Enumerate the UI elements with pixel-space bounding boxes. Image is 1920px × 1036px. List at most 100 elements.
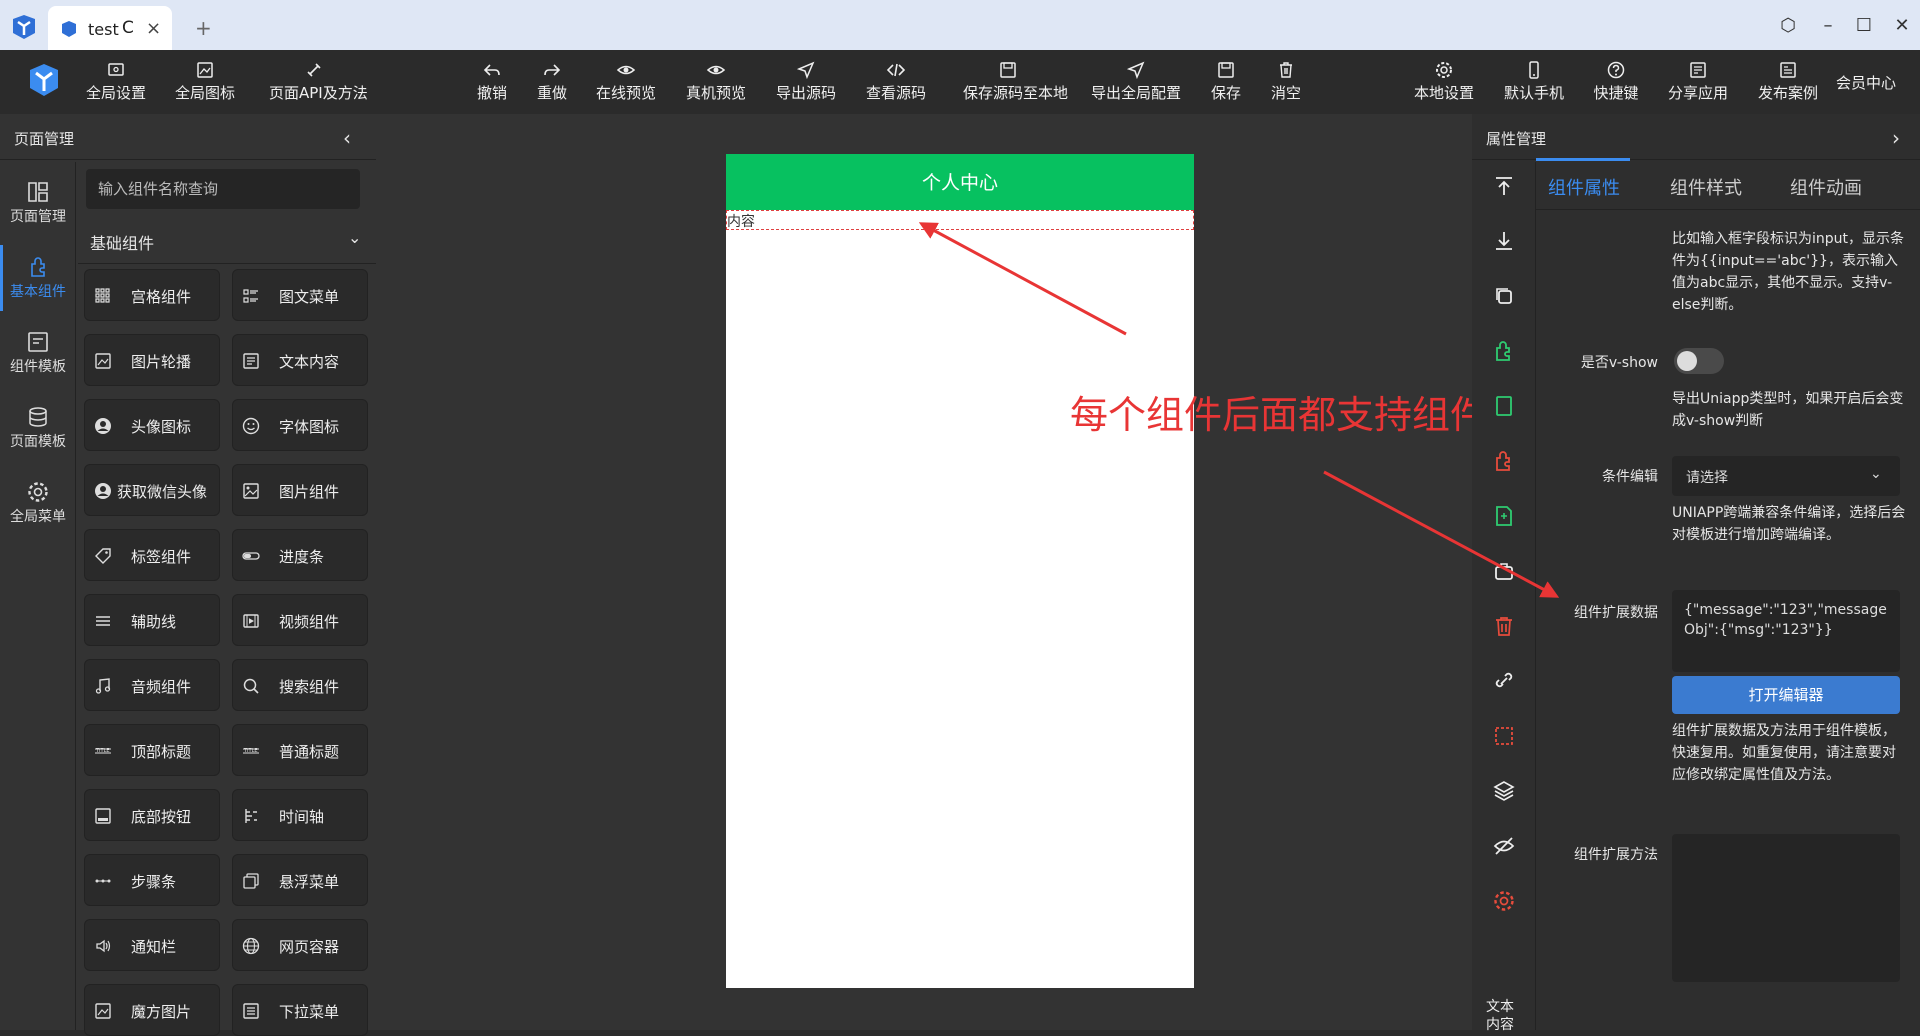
text-content-tool[interactable]: 文本 内容: [1486, 998, 1514, 1034]
settings-circle-icon[interactable]: ⬡: [1776, 14, 1800, 38]
link-icon[interactable]: [1492, 669, 1516, 693]
hide-icon[interactable]: [1492, 834, 1516, 858]
toolbar-button-right-4[interactable]: 发布案例: [1743, 60, 1833, 103]
puzzle-add-icon[interactable]: [1492, 339, 1516, 363]
chevron-down-icon: ⌄: [348, 228, 362, 247]
phone-content-block[interactable]: 内容: [726, 210, 1194, 230]
condition-select[interactable]: 请选择 ⌄: [1672, 456, 1900, 496]
left-nav-item-3[interactable]: 页面模板: [0, 393, 76, 463]
minimize-icon[interactable]: –: [1816, 14, 1840, 38]
svg-text:TITLE: TITLE: [95, 748, 110, 754]
move-bottom-icon[interactable]: [1492, 229, 1516, 253]
component-item[interactable]: 图片轮播: [84, 334, 220, 386]
select-frame-icon[interactable]: [1492, 724, 1516, 748]
component-search-input[interactable]: 输入组件名称查询: [86, 169, 360, 209]
close-tab-icon[interactable]: ×: [146, 18, 161, 39]
new-tab-button[interactable]: +: [195, 16, 212, 40]
vshow-toggle[interactable]: [1674, 348, 1724, 374]
left-nav-item-0[interactable]: 页面管理: [0, 168, 76, 238]
move-top-icon[interactable]: [1492, 174, 1516, 198]
tab-favicon-icon: [62, 21, 76, 37]
component-item[interactable]: 音频组件: [84, 659, 220, 711]
toolbar-button-left-1[interactable]: 全局图标: [160, 60, 250, 103]
close-window-icon[interactable]: ✕: [1890, 14, 1914, 38]
component-item-label: 底部按钮: [131, 808, 192, 826]
component-item[interactable]: TITLE 普通标题: [232, 724, 368, 776]
category-header[interactable]: 基础组件 ⌄: [78, 218, 376, 264]
tab-component-style[interactable]: 组件样式: [1670, 174, 1742, 200]
open-editor-button[interactable]: 打开编辑器: [1672, 676, 1900, 714]
toolbar-button-middle-2[interactable]: 在线预览: [581, 60, 671, 103]
component-item[interactable]: 图文菜单: [232, 269, 368, 321]
toolbar-button-middle-5[interactable]: 查看源码: [851, 60, 941, 103]
component-item[interactable]: 搜索组件: [232, 659, 368, 711]
toolbar-button-left-0[interactable]: 全局设置: [71, 60, 161, 103]
gear-red-icon[interactable]: [1492, 889, 1516, 913]
toolbar-button-right-0[interactable]: 本地设置: [1399, 60, 1489, 103]
toolbar-button-left-2[interactable]: 页面API及方法: [269, 60, 368, 103]
left-nav-item-4[interactable]: 全局菜单: [0, 468, 76, 538]
component-item[interactable]: 下拉菜单: [232, 984, 368, 1036]
component-item[interactable]: 视频组件: [232, 594, 368, 646]
component-item[interactable]: 进度条: [232, 529, 368, 581]
collapse-left-icon[interactable]: ‹: [343, 126, 351, 150]
component-item[interactable]: 辅助线: [84, 594, 220, 646]
tab-component-props[interactable]: 组件属性: [1548, 174, 1620, 200]
component-item[interactable]: 魔方图片: [84, 984, 220, 1036]
component-item-label: 顶部标题: [131, 743, 192, 761]
component-item[interactable]: TITLE 顶部标题: [84, 724, 220, 776]
puzzle-icon: [31, 257, 45, 277]
doc-add-icon[interactable]: [1492, 504, 1516, 528]
phone-nav-bar[interactable]: 个人中心: [726, 154, 1194, 210]
browser-titlebar: test C × + ⬡ – ☐ ✕: [0, 0, 1920, 50]
component-item[interactable]: 网页容器: [232, 919, 368, 971]
component-item[interactable]: 底部按钮: [84, 789, 220, 841]
collapse-right-icon[interactable]: ›: [1892, 126, 1900, 150]
component-item[interactable]: 标签组件: [84, 529, 220, 581]
left-nav-item-2[interactable]: 组件模板: [0, 318, 76, 388]
picture-icon: [243, 483, 259, 499]
text-icon: [243, 353, 259, 369]
component-item[interactable]: 字体图标: [232, 399, 368, 451]
component-item[interactable]: 获取微信头像: [84, 464, 220, 516]
toolbar-button-label: 全局设置: [85, 84, 146, 102]
ext-data-textarea[interactable]: {"message":"123","messageObj":{"msg":"12…: [1672, 590, 1900, 672]
browser-tab[interactable]: test C ×: [48, 6, 172, 50]
toolbar-button-middle-6[interactable]: 保存源码至本地: [963, 60, 1068, 103]
tab-component-animation[interactable]: 组件动画: [1790, 174, 1862, 200]
toolbar-button-middle-3[interactable]: 真机预览: [671, 60, 761, 103]
toolbar-button-middle-4[interactable]: 导出源码: [761, 60, 851, 103]
component-item[interactable]: 宫格组件: [84, 269, 220, 321]
toolbar-button-middle-7[interactable]: 导出全局配置: [1091, 60, 1181, 103]
component-item[interactable]: 通知栏: [84, 919, 220, 971]
layers-icon[interactable]: [1492, 779, 1516, 803]
send-icon: [1126, 61, 1145, 80]
toolbar-button-right-3[interactable]: 分享应用: [1653, 60, 1743, 103]
component-item-label: 头像图标: [131, 418, 192, 436]
toolbar-button-right-1[interactable]: 默认手机: [1489, 60, 1579, 103]
component-item[interactable]: 时间轴: [232, 789, 368, 841]
puzzle-remove-icon[interactable]: [1492, 449, 1516, 473]
right-panel-title: 属性管理: [1486, 130, 1547, 148]
phone-preview[interactable]: 个人中心 内容: [726, 154, 1194, 988]
delete-icon[interactable]: [1492, 614, 1516, 638]
toolbar-button-right-2[interactable]: 快捷键: [1571, 60, 1661, 103]
component-item-label: 获取微信头像: [117, 483, 208, 501]
component-item[interactable]: 头像图标: [84, 399, 220, 451]
svg-text:TITLE: TITLE: [243, 748, 258, 754]
copy-icon[interactable]: [1492, 284, 1516, 308]
frame-icon[interactable]: [1492, 559, 1516, 583]
component-item[interactable]: 悬浮菜单: [232, 854, 368, 906]
reload-icon[interactable]: C: [122, 18, 134, 38]
component-item[interactable]: 文本内容: [232, 334, 368, 386]
component-item[interactable]: 图片组件: [232, 464, 368, 516]
maximize-icon[interactable]: ☐: [1852, 14, 1876, 38]
toolbar-button-middle-9[interactable]: 消空: [1241, 60, 1331, 103]
left-nav-item-1[interactable]: 基本组件: [0, 243, 76, 313]
progress-icon: [242, 552, 260, 560]
component-item[interactable]: 步骤条: [84, 854, 220, 906]
doc-green-icon[interactable]: [1492, 394, 1516, 418]
toolbar-button-label: 全局图标: [174, 84, 235, 102]
member-center-link[interactable]: 会员中心: [1836, 72, 1896, 93]
ext-method-textarea[interactable]: [1672, 834, 1900, 982]
